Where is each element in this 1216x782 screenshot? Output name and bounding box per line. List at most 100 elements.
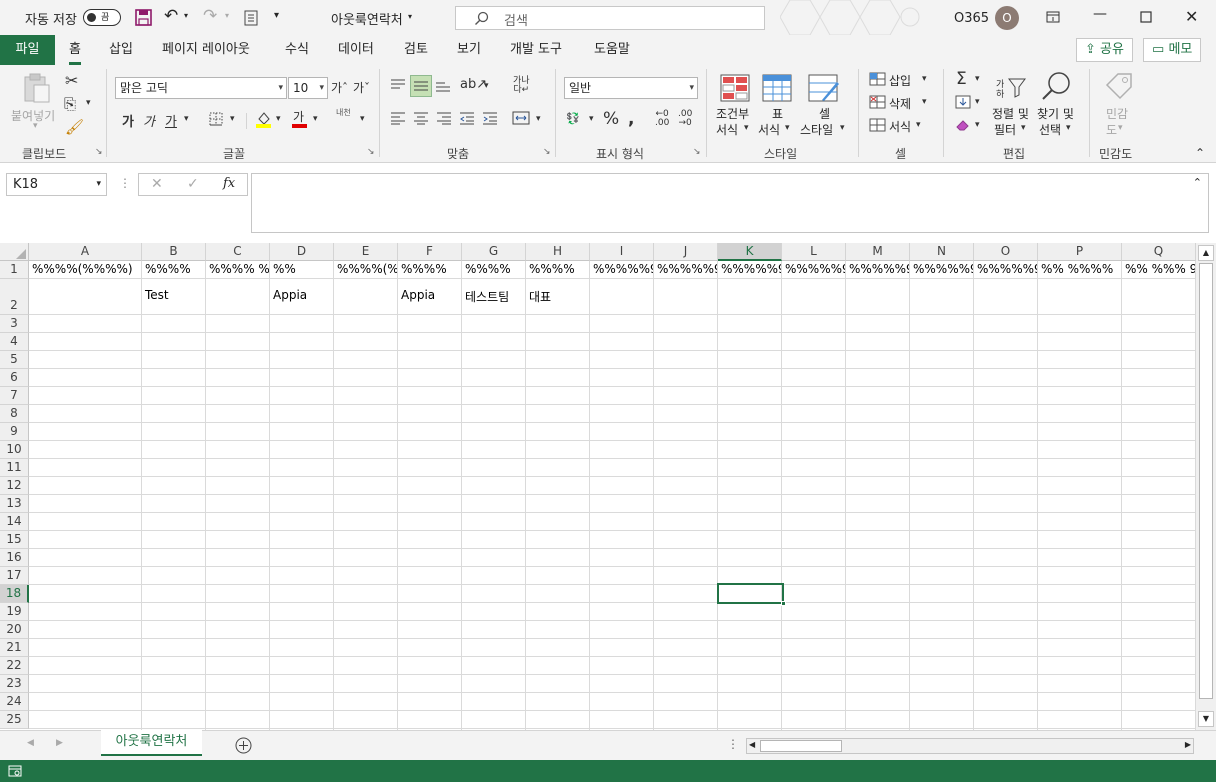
name-box[interactable]: K18 ▾ <box>6 173 107 196</box>
italic-button[interactable]: 가 <box>143 111 155 130</box>
column-header-b[interactable]: B <box>142 243 206 261</box>
sort-filter-label-2[interactable]: 필터 <box>994 121 1016 138</box>
conditional-formatting-label-1[interactable]: 조건부 <box>716 105 749 122</box>
cell-styles-label-2[interactable]: 스타일 <box>800 121 833 138</box>
search-box[interactable]: 검색 <box>455 6 765 30</box>
format-as-table-label-2[interactable]: 서식 <box>758 121 780 138</box>
wrap-text-icon[interactable]: 가나 다↵ <box>513 77 530 95</box>
customize-qat-icon[interactable]: ▾ <box>274 10 279 21</box>
row-header-20[interactable]: 20 <box>0 621 29 639</box>
row-header-22[interactable]: 22 <box>0 657 29 675</box>
orientation-dropdown-icon[interactable]: ▾ <box>484 81 489 91</box>
clear-icon[interactable] <box>955 118 971 132</box>
underline-button[interactable]: 가 <box>165 111 177 130</box>
add-sheet-icon[interactable] <box>235 737 252 754</box>
column-header-j[interactable]: J <box>654 243 718 261</box>
scroll-right-arrow-icon[interactable]: ▶ <box>1185 740 1191 749</box>
row-header-15[interactable]: 15 <box>0 531 29 549</box>
tab-formulas[interactable]: 수식 <box>285 35 309 65</box>
chevron-down-icon[interactable]: ▾ <box>840 123 845 133</box>
font-color-icon[interactable]: 가 <box>291 109 308 128</box>
borders-dropdown-icon[interactable]: ▾ <box>230 114 235 124</box>
cell-f1[interactable]: %%%% <box>398 262 461 276</box>
cell-a1[interactable]: %%%%(%%%%) <box>29 262 141 276</box>
decrease-decimal-icon[interactable]: .00 →0 <box>678 110 692 128</box>
fill-dropdown-icon[interactable]: ▾ <box>975 97 980 107</box>
drag-handle-icon[interactable]: ⋮ <box>119 176 131 190</box>
cell-p1[interactable]: %% %%%% <box>1038 262 1121 276</box>
insert-function-button[interactable]: fx <box>223 176 235 191</box>
cell-b2[interactable]: Test <box>142 288 205 302</box>
column-header-c[interactable]: C <box>206 243 270 261</box>
row-header-24[interactable]: 24 <box>0 693 29 711</box>
chevron-down-icon[interactable]: ▾ <box>1021 123 1026 133</box>
format-as-table-label-1[interactable]: 표 <box>772 105 783 122</box>
column-header-i[interactable]: I <box>590 243 654 261</box>
sort-filter-icon[interactable]: 가 하 <box>996 75 1026 99</box>
row-header-25[interactable]: 25 <box>0 711 29 729</box>
bold-button[interactable]: 가 <box>122 111 134 130</box>
shrink-font-icon[interactable]: 가ˇ <box>353 79 370 96</box>
cell-g1[interactable]: %%%% <box>462 262 525 276</box>
comments-button[interactable]: ▭ 메모 <box>1143 38 1202 62</box>
tab-insert[interactable]: 삽입 <box>109 35 133 65</box>
copy-icon[interactable]: ⎘ <box>64 95 76 113</box>
tab-review[interactable]: 검토 <box>404 35 428 65</box>
chevron-down-icon[interactable]: ▾ <box>785 123 790 133</box>
cell-o1[interactable]: %%%%%9 <box>974 262 1037 276</box>
row-header-10[interactable]: 10 <box>0 441 29 459</box>
expand-formula-icon[interactable]: ⌃ <box>1193 176 1202 189</box>
phonetic-button[interactable]: 내천 <box>336 108 351 117</box>
next-sheet-icon[interactable]: ▶ <box>56 738 63 748</box>
tab-view[interactable]: 보기 <box>457 35 481 65</box>
scroll-left-arrow-icon[interactable]: ◀ <box>749 740 755 749</box>
underline-dropdown-icon[interactable]: ▾ <box>184 114 189 124</box>
row-header-2[interactable]: 2 <box>0 279 29 315</box>
column-header-h[interactable]: H <box>526 243 590 261</box>
maximize-icon[interactable] <box>1140 11 1152 23</box>
cell-e1[interactable]: %%%%(%( <box>334 262 397 276</box>
column-header-f[interactable]: F <box>398 243 462 261</box>
increase-indent-icon[interactable] <box>482 111 498 125</box>
scroll-down-arrow-icon[interactable]: ▼ <box>1198 711 1214 727</box>
autosave-toggle[interactable]: 끔 <box>83 9 121 26</box>
column-header-l[interactable]: L <box>782 243 846 261</box>
column-header-q[interactable]: Q <box>1122 243 1196 261</box>
increase-decimal-icon[interactable]: ←0.00 <box>655 110 669 128</box>
horizontal-scrollbar[interactable]: ◀ ▶ <box>746 738 1194 754</box>
conditional-formatting-icon[interactable] <box>720 74 750 102</box>
row-header-3[interactable]: 3 <box>0 315 29 333</box>
row-header-6[interactable]: 6 <box>0 369 29 387</box>
row-header-19[interactable]: 19 <box>0 603 29 621</box>
row-header-9[interactable]: 9 <box>0 423 29 441</box>
row-header-11[interactable]: 11 <box>0 459 29 477</box>
cell-j1[interactable]: %%%%%9 <box>654 262 717 276</box>
copy-dropdown-icon[interactable]: ▾ <box>86 98 91 108</box>
column-header-o[interactable]: O <box>974 243 1038 261</box>
column-header-n[interactable]: N <box>910 243 974 261</box>
undo-dropdown-icon[interactable]: ▾ <box>184 11 188 20</box>
alignment-launcher-icon[interactable]: ↘ <box>543 147 551 157</box>
font-size-select[interactable]: 10 ▾ <box>288 77 328 99</box>
tab-developer[interactable]: 개발 도구 <box>510 35 562 65</box>
accounting-dropdown-icon[interactable]: ▾ <box>589 114 594 124</box>
clipboard-launcher-icon[interactable]: ↘ <box>95 147 103 157</box>
collapse-ribbon-icon[interactable]: ⌃ <box>1195 146 1205 160</box>
chevron-down-icon[interactable]: ▾ <box>1066 123 1071 133</box>
clear-dropdown-icon[interactable]: ▾ <box>975 120 980 130</box>
format-painter-icon[interactable]: 🖌 <box>65 118 84 136</box>
document-title[interactable]: 아웃룩연락처 <box>331 9 403 28</box>
find-select-icon[interactable] <box>1040 71 1072 101</box>
find-select-label-2[interactable]: 선택 <box>1039 121 1061 138</box>
active-cell[interactable] <box>717 583 786 606</box>
tab-file[interactable]: 파일 <box>0 35 55 65</box>
phonetic-dropdown-icon[interactable]: ▾ <box>360 114 365 124</box>
cell-k1[interactable]: %%%%%9 <box>718 262 781 276</box>
cell-d1[interactable]: %% <box>270 262 333 276</box>
fill-icon[interactable] <box>955 95 971 109</box>
cell-l1[interactable]: %%%%%9 <box>782 262 845 276</box>
delete-cells-label[interactable]: 삭제 <box>889 95 911 112</box>
row-header-8[interactable]: 8 <box>0 405 29 423</box>
cell-m1[interactable]: %%%%%9 <box>846 262 909 276</box>
ribbon-display-icon[interactable] <box>1046 11 1060 23</box>
